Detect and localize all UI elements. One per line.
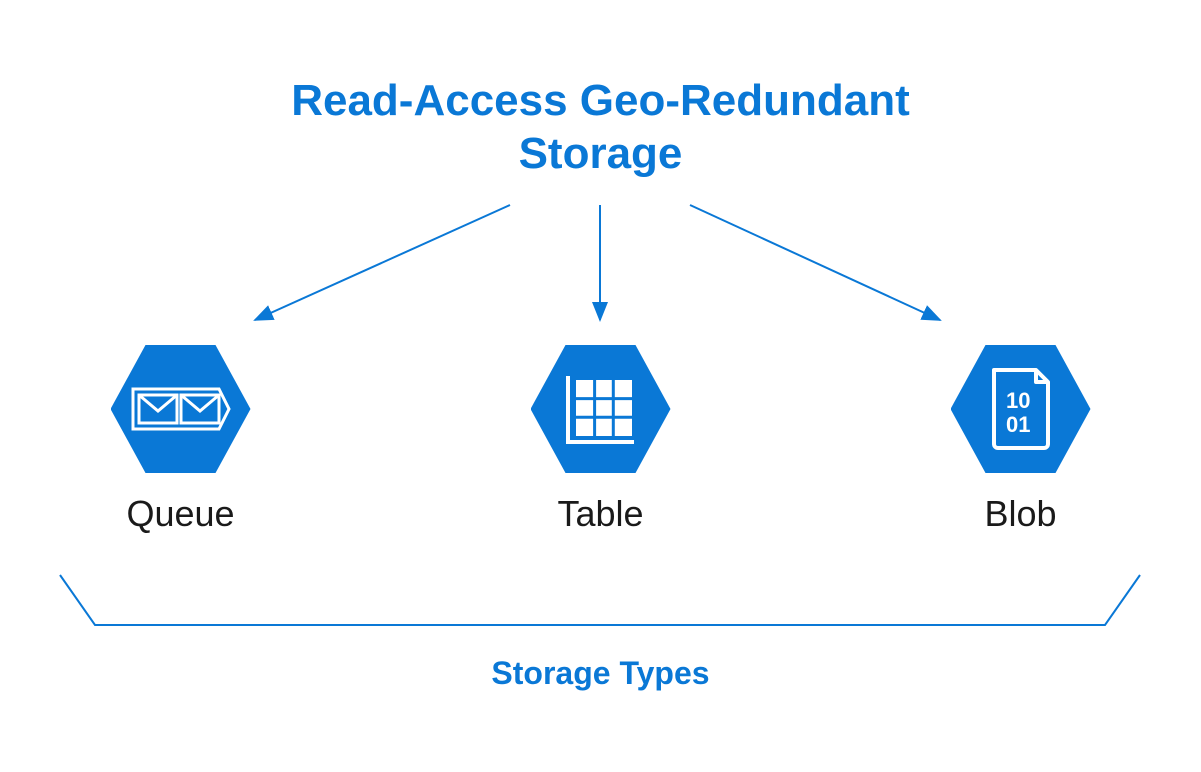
queue-icon [131, 383, 231, 435]
storage-item-blob: 10 01 Blob [941, 345, 1101, 535]
table-icon [562, 370, 640, 448]
arrow-right [690, 205, 940, 320]
svg-text:10: 10 [1006, 388, 1030, 413]
storage-item-queue: Queue [101, 345, 261, 535]
svg-text:01: 01 [1006, 412, 1030, 437]
table-hexagon [531, 345, 671, 473]
bracket-line [60, 575, 1140, 625]
title-line1: Read-Access Geo-Redundant [291, 76, 910, 125]
diagram-title: Read-Access Geo-Redundant Storage [291, 75, 910, 181]
blob-label: Blob [984, 493, 1056, 535]
storage-row: Queue Table 10 0 [0, 345, 1201, 535]
blob-hexagon: 10 01 [951, 345, 1091, 473]
queue-label: Queue [126, 493, 234, 535]
blob-icon: 10 01 [986, 366, 1056, 452]
arrow-left [255, 205, 510, 320]
table-label: Table [557, 493, 643, 535]
footer-label: Storage Types [491, 655, 709, 692]
queue-hexagon [111, 345, 251, 473]
storage-item-table: Table [521, 345, 681, 535]
title-line2: Storage [291, 128, 910, 181]
